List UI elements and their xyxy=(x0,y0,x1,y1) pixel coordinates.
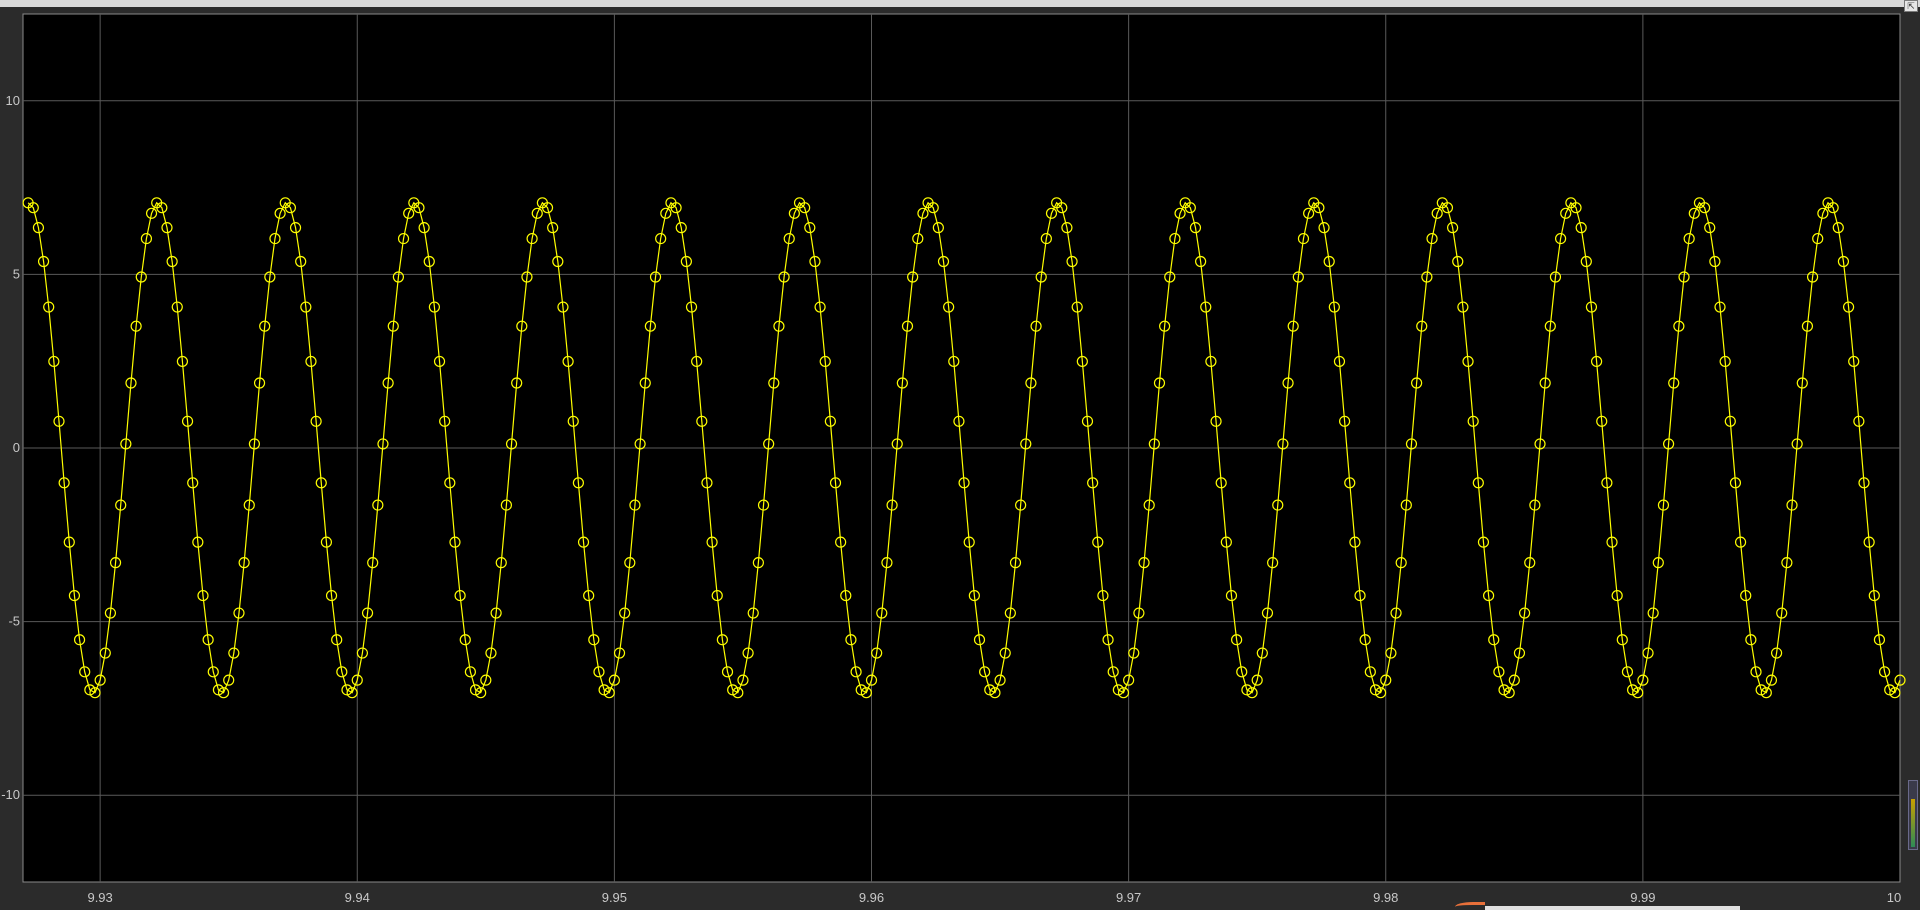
x-tick-label: 10 xyxy=(1887,890,1901,905)
y-axis-ticks: 10 5 0 -5 -10 xyxy=(1,93,20,802)
y-tick-label: 10 xyxy=(6,93,20,108)
x-tick-label: 9.95 xyxy=(602,890,627,905)
signal-level-meter xyxy=(1908,780,1918,850)
scope-plot[interactable]: 9.93 9.94 9.95 9.96 9.97 9.98 9.99 10 10 5 0 -5 -10 xyxy=(0,0,1920,910)
y-tick-label: -5 xyxy=(8,614,20,629)
signal-level-fill xyxy=(1911,799,1915,847)
x-axis-ticks: 9.93 9.94 9.95 9.96 9.97 9.98 9.99 10 xyxy=(87,890,1901,905)
status-bar-strip xyxy=(1485,906,1740,910)
scope-window: ⇱ 9.93 9.94 9.95 9.96 9.97 9.98 9.99 10 10 5 0 -5-… xyxy=(0,0,1920,910)
y-tick-label: -10 xyxy=(1,787,20,802)
x-tick-label: 9.93 xyxy=(87,890,112,905)
y-tick-label: 5 xyxy=(13,266,20,281)
x-tick-label: 9.94 xyxy=(345,890,370,905)
x-tick-label: 9.99 xyxy=(1630,890,1655,905)
x-tick-label: 9.96 xyxy=(859,890,884,905)
resize-handle-icon[interactable] xyxy=(1455,902,1485,910)
y-tick-label: 0 xyxy=(13,440,20,455)
x-tick-label: 9.97 xyxy=(1116,890,1141,905)
x-tick-label: 9.98 xyxy=(1373,890,1398,905)
